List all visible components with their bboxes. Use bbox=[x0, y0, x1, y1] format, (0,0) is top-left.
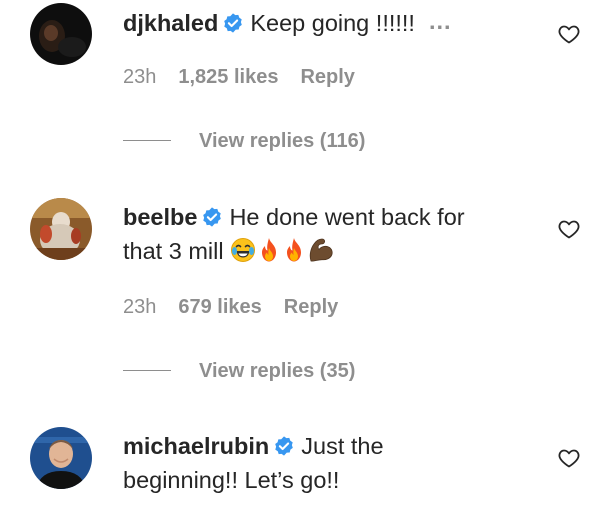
username[interactable]: djkhaled bbox=[123, 10, 218, 36]
heart-outline-icon[interactable] bbox=[557, 446, 581, 470]
comment-meta: 23h 679 likes Reply bbox=[123, 296, 360, 319]
avatar[interactable] bbox=[30, 198, 92, 260]
avatar[interactable] bbox=[30, 3, 92, 65]
comment-text-line1: He done went back for bbox=[229, 204, 465, 230]
timestamp: 23h bbox=[123, 66, 157, 88]
verified-badge-icon bbox=[224, 13, 243, 33]
reply-button[interactable]: Reply bbox=[284, 296, 338, 318]
comment-text-block: djkhaled Keep going !!!!!!... bbox=[123, 4, 543, 40]
likes-count[interactable]: 679 likes bbox=[178, 296, 261, 318]
comment-text-line2: that 3 mill bbox=[123, 238, 224, 264]
flexed-biceps-icon bbox=[309, 238, 333, 262]
more-button[interactable]: ... bbox=[429, 4, 452, 38]
username[interactable]: beelbe bbox=[123, 204, 197, 230]
avatar[interactable] bbox=[30, 427, 92, 489]
view-replies-label: View replies (35) bbox=[199, 360, 356, 382]
verified-badge-icon bbox=[203, 207, 222, 227]
view-replies-label: View replies (116) bbox=[199, 130, 366, 152]
comment-text-block: michaelrubin Just the beginning!! Let’s g… bbox=[123, 429, 543, 497]
divider-line bbox=[123, 370, 171, 371]
view-replies-button[interactable]: View replies (116) bbox=[123, 130, 365, 153]
comment-text-line1: Just the bbox=[301, 433, 384, 459]
comment-text-block: beelbe He done went back for that 3 mill bbox=[123, 200, 543, 268]
fire-icon bbox=[287, 238, 302, 262]
verified-badge-icon bbox=[275, 436, 294, 456]
divider-line bbox=[123, 140, 171, 141]
fire-icon bbox=[262, 238, 277, 262]
timestamp: 23h bbox=[123, 296, 157, 318]
comment-text-line2: beginning!! Let’s go!! bbox=[123, 467, 340, 493]
face-with-tears-of-joy-icon bbox=[231, 238, 256, 262]
reply-button[interactable]: Reply bbox=[300, 66, 354, 88]
username[interactable]: michaelrubin bbox=[123, 433, 269, 459]
likes-count[interactable]: 1,825 likes bbox=[178, 66, 278, 88]
comment-meta: 23h 1,825 likes Reply bbox=[123, 66, 377, 89]
heart-outline-icon[interactable] bbox=[557, 217, 581, 241]
comment-text: Keep going !!!!!! bbox=[250, 10, 415, 36]
view-replies-button[interactable]: View replies (35) bbox=[123, 360, 355, 383]
heart-outline-icon[interactable] bbox=[557, 22, 581, 46]
